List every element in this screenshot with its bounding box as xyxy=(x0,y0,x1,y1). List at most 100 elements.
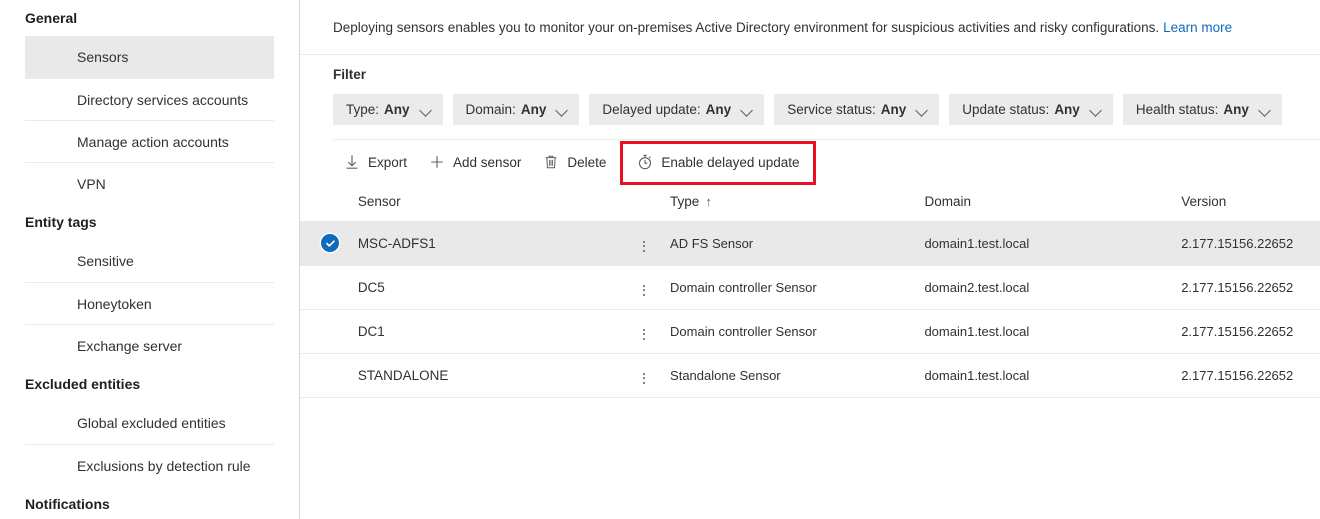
toolbar-button-label: Delete xyxy=(567,155,606,170)
sidebar-item-honeytoken[interactable]: Honeytoken xyxy=(25,282,274,324)
sidebar-item-label: Exclusions by detection rule xyxy=(77,445,274,487)
sidebar-item-label: Global excluded entities xyxy=(77,402,274,444)
sidebar-item-label: Exchange server xyxy=(77,325,274,367)
more-options-icon[interactable] xyxy=(635,237,653,255)
row-actions-cell[interactable] xyxy=(635,309,670,353)
row-actions-cell[interactable] xyxy=(635,265,670,309)
sidebar-item-label: Sensors xyxy=(77,36,274,78)
sidebar-item-label: Directory services accounts xyxy=(77,79,274,121)
sidebar-item-global-excluded-entities[interactable]: Global excluded entities xyxy=(25,402,274,444)
table-header-row: SensorType↑DomainVersionDelayed update xyxy=(300,183,1320,221)
settings-page: GeneralSensorsDirectory services account… xyxy=(0,0,1320,519)
enable-delayed-update-button[interactable]: Enable delayed update xyxy=(626,146,810,178)
table-row[interactable]: STANDALONE Standalone Sensordomain1.test.… xyxy=(300,353,1320,397)
cell-version: 2.177.15156.22652 xyxy=(1181,221,1320,265)
stopwatch-icon xyxy=(637,154,653,170)
learn-more-link[interactable]: Learn more xyxy=(1163,20,1232,35)
table-row[interactable]: DC5Domain controller Sensordomain2.test.… xyxy=(300,265,1320,309)
sort-ascending-icon: ↑ xyxy=(705,194,712,209)
more-options-icon[interactable] xyxy=(635,325,653,343)
delete-button[interactable]: Delete xyxy=(532,146,617,178)
sensors-table: SensorType↑DomainVersionDelayed update M… xyxy=(300,183,1320,398)
row-actions-cell[interactable] xyxy=(635,221,670,265)
filter-section: Filter Type:AnyDomain:AnyDelayed update:… xyxy=(300,55,1320,139)
filter-pill-value: Any xyxy=(1223,102,1249,117)
chevron-down-icon xyxy=(420,104,432,116)
download-icon xyxy=(344,154,360,170)
filter-pill-label: Domain: xyxy=(466,102,516,117)
filter-pill-type[interactable]: Type:Any xyxy=(333,94,443,125)
cell-version: 2.177.15156.22652 xyxy=(1181,265,1320,309)
column-header-label: Version xyxy=(1181,194,1226,209)
row-actions-cell[interactable] xyxy=(635,353,670,397)
sidebar-item-vpn[interactable]: VPN xyxy=(25,162,274,204)
column-header-version[interactable]: Version xyxy=(1181,183,1320,221)
sidebar-item-sensitive[interactable]: Sensitive xyxy=(25,240,274,282)
filter-pill-label: Type: xyxy=(346,102,379,117)
table-row[interactable]: DC1 Domain controller Sensordomain1.test.… xyxy=(300,309,1320,353)
row-select-cell[interactable] xyxy=(300,309,358,353)
filter-pill-delayed-update[interactable]: Delayed update:Any xyxy=(589,94,764,125)
filter-pill-service-status[interactable]: Service status:Any xyxy=(774,94,939,125)
cell-type: Domain controller Sensor xyxy=(670,309,924,353)
filter-pill-update-status[interactable]: Update status: Any xyxy=(949,94,1113,125)
filter-pill-value: Any xyxy=(1054,102,1080,117)
more-options-icon[interactable] xyxy=(635,369,653,387)
export-button[interactable]: Export xyxy=(333,146,418,178)
sensors-table-body: MSC-ADFS1AD FS Sensordomain1.test.local2… xyxy=(300,221,1320,397)
chevron-down-icon xyxy=(741,104,753,116)
info-banner: Deploying sensors enables you to monitor… xyxy=(300,0,1320,55)
cell-type: AD FS Sensor xyxy=(670,221,924,265)
cell-domain: domain1.test.local xyxy=(924,353,1181,397)
sensor-name: DC5 xyxy=(358,280,385,295)
sidebar-group-title: Notifications xyxy=(0,486,299,519)
toolbar-button-label: Enable delayed update xyxy=(661,155,799,170)
toolbar-button-label: Add sensor xyxy=(453,155,521,170)
sidebar-item-directory-services-accounts[interactable]: Directory services accounts xyxy=(25,78,274,120)
filter-pill-list: Type:AnyDomain:AnyDelayed update:AnyServ… xyxy=(333,94,1320,139)
cell-type: Domain controller Sensor xyxy=(670,265,924,309)
sidebar-item-exclusions-by-detection-rule[interactable]: Exclusions by detection rule xyxy=(25,444,274,486)
filter-pill-domain[interactable]: Domain:Any xyxy=(453,94,580,125)
filter-pill-health-status[interactable]: Health status: Any xyxy=(1123,94,1282,125)
cell-domain: domain1.test.local xyxy=(924,309,1181,353)
row-select-cell[interactable] xyxy=(300,265,358,309)
sidebar-group-title: Entity tags xyxy=(0,204,299,240)
cell-sensor: MSC-ADFS1 xyxy=(358,221,636,265)
column-header-label: Domain xyxy=(924,194,971,209)
cell-sensor: STANDALONE xyxy=(358,353,636,397)
sidebar-item-exchange-server[interactable]: Exchange server xyxy=(25,324,274,366)
row-select-cell[interactable] xyxy=(300,221,358,265)
toolbar-container: Export Add sensor Delete Enable delayed upd… xyxy=(333,139,1320,183)
cell-sensor: DC1 xyxy=(358,309,636,353)
row-menu-header xyxy=(635,183,670,221)
command-toolbar: Export Add sensor Delete Enable delayed upd… xyxy=(333,140,1320,184)
sidebar-group-title: General xyxy=(0,0,299,36)
filter-pill-label: Update status: xyxy=(962,102,1049,117)
column-header-sensor[interactable]: Sensor xyxy=(358,183,636,221)
plus-icon xyxy=(429,154,445,170)
filter-pill-label: Delayed update: xyxy=(602,102,700,117)
info-banner-text: Deploying sensors enables you to monitor… xyxy=(333,20,1159,35)
sensors-table-area: SensorType↑DomainVersionDelayed update M… xyxy=(300,183,1320,398)
sidebar-item-label: Honeytoken xyxy=(77,283,274,325)
column-header-domain[interactable]: Domain xyxy=(924,183,1181,221)
sidebar-item-manage-action-accounts[interactable]: Manage action accounts xyxy=(25,120,274,162)
add-sensor-button[interactable]: Add sensor xyxy=(418,146,532,178)
trash-icon xyxy=(543,154,559,170)
sidebar-group-title: Excluded entities xyxy=(0,366,299,402)
sensor-name: MSC-ADFS1 xyxy=(358,236,436,251)
filter-pill-value: Any xyxy=(881,102,907,117)
cell-sensor: DC5 xyxy=(358,265,636,309)
checkmark-circle-icon[interactable] xyxy=(321,234,339,252)
filter-pill-label: Health status: xyxy=(1136,102,1219,117)
row-select-cell[interactable] xyxy=(300,353,358,397)
filter-title: Filter xyxy=(333,67,1320,82)
cell-type: Standalone Sensor xyxy=(670,353,924,397)
chevron-down-icon xyxy=(1090,104,1102,116)
table-row[interactable]: MSC-ADFS1AD FS Sensordomain1.test.local2… xyxy=(300,221,1320,265)
more-options-icon[interactable] xyxy=(635,281,653,299)
chevron-down-icon xyxy=(1259,104,1271,116)
column-header-type[interactable]: Type↑ xyxy=(670,183,924,221)
sidebar-item-sensors[interactable]: Sensors xyxy=(25,36,274,78)
